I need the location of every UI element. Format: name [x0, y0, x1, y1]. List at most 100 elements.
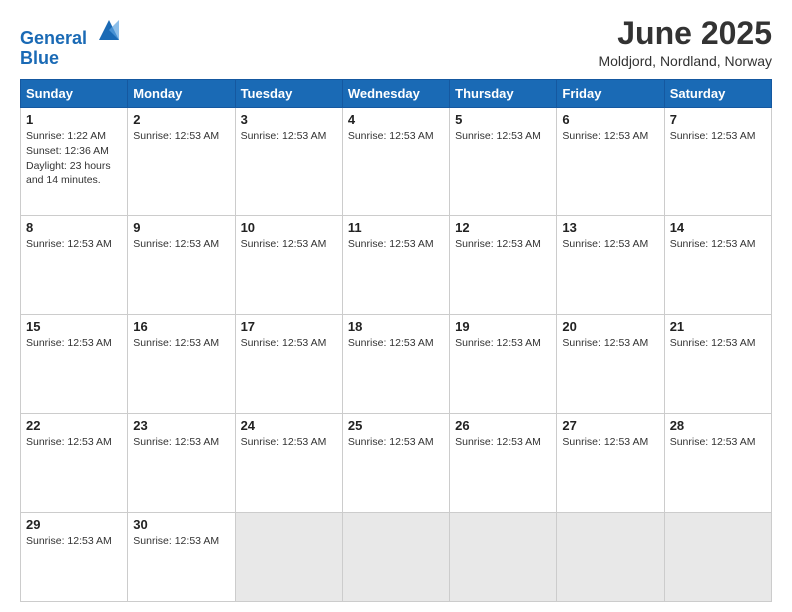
table-row: 21 Sunrise: 12:53 AM: [664, 314, 771, 413]
day-number: 1: [26, 112, 122, 127]
day-number: 13: [562, 220, 658, 235]
logo-general: General: [20, 28, 87, 48]
table-row: 20 Sunrise: 12:53 AM: [557, 314, 664, 413]
col-monday: Monday: [128, 80, 235, 108]
calendar-week-row: 8Sunrise: 12:53 AM9Sunrise: 12:53 AM10Su…: [21, 215, 772, 314]
day-number: 20: [562, 319, 658, 334]
table-row: 19 Sunrise: 12:53 AM: [450, 314, 557, 413]
day-number: 11: [348, 220, 444, 235]
table-row: 12Sunrise: 12:53 AM: [450, 215, 557, 314]
day-number: 6: [562, 112, 658, 127]
table-row: 16 Sunrise: 12:53 AM: [128, 314, 235, 413]
day-number: 3: [241, 112, 337, 127]
day-info: Sunrise: 12:53 AM: [26, 336, 122, 351]
day-number: 23: [133, 418, 229, 433]
day-info: Sunrise: 12:53 AM: [241, 237, 337, 252]
day-info: Sunrise: 12:53 AM: [562, 129, 658, 144]
day-info: Sunrise: 12:53 AM: [670, 336, 766, 351]
day-info: Sunrise: 12:53 AM: [26, 534, 122, 549]
day-info: Sunrise: 12:53 AM: [26, 435, 122, 450]
table-row: [664, 513, 771, 602]
calendar-table: Sunday Monday Tuesday Wednesday Thursday…: [20, 79, 772, 602]
day-info: Sunrise: 12:53 AM: [562, 336, 658, 351]
table-row: 2Sunrise: 12:53 AM: [128, 108, 235, 216]
table-row: 15 Sunrise: 12:53 AM: [21, 314, 128, 413]
calendar-week-row: 15Sunrise: 12:53 AM16Sunrise: 12:53 AM17…: [21, 314, 772, 413]
table-row: 7Sunrise: 12:53 AM: [664, 108, 771, 216]
day-number: 8: [26, 220, 122, 235]
day-number: 18: [348, 319, 444, 334]
month-title: June 2025: [598, 16, 772, 51]
day-number: 2: [133, 112, 229, 127]
table-row: 23 Sunrise: 12:53 AM: [128, 413, 235, 512]
calendar-week-row: 22Sunrise: 12:53 AM 23 Sunrise: 12:53 AM 24…: [21, 413, 772, 512]
page: General Blue June 2025 Moldjord, Nordlan…: [0, 0, 792, 612]
day-number: 30: [133, 517, 229, 532]
day-number: 4: [348, 112, 444, 127]
col-tuesday: Tuesday: [235, 80, 342, 108]
table-row: 5Sunrise: 12:53 AM: [450, 108, 557, 216]
title-block: June 2025 Moldjord, Nordland, Norway: [598, 16, 772, 69]
table-row: 14 Sunrise: 12:53 AM: [664, 215, 771, 314]
day-info: Sunrise: 12:53 AM: [348, 237, 444, 252]
day-number: 5: [455, 112, 551, 127]
table-row: 8 Sunrise: 12:53 AM: [21, 215, 128, 314]
calendar-header-row: Sunday Monday Tuesday Wednesday Thursday…: [21, 80, 772, 108]
table-row: 22Sunrise: 12:53 AM: [21, 413, 128, 512]
logo-text: General: [20, 16, 123, 49]
table-row: [557, 513, 664, 602]
calendar-week-row: 1Sunrise: 1:22 AM Sunset: 12:36 AM Dayli…: [21, 108, 772, 216]
table-row: 17 Sunrise: 12:53 AM: [235, 314, 342, 413]
col-friday: Friday: [557, 80, 664, 108]
day-number: 15: [26, 319, 122, 334]
day-info: Sunrise: 12:53 AM: [562, 237, 658, 252]
col-sunday: Sunday: [21, 80, 128, 108]
day-info: Sunrise: 12:53 AM: [133, 534, 229, 549]
table-row: 10Sunrise: 12:53 AM: [235, 215, 342, 314]
table-row: 28Sunrise: 12:53 AM: [664, 413, 771, 512]
table-row: 26Sunrise: 12:53 AM: [450, 413, 557, 512]
day-number: 27: [562, 418, 658, 433]
table-row: 11 Sunrise: 12:53 AM: [342, 215, 449, 314]
table-row: 30 Sunrise: 12:53 AM: [128, 513, 235, 602]
col-thursday: Thursday: [450, 80, 557, 108]
day-info: Sunrise: 12:53 AM: [455, 336, 551, 351]
day-info: Sunrise: 12:53 AM: [348, 336, 444, 351]
day-info: Sunrise: 12:53 AM: [133, 237, 229, 252]
day-info: Sunrise: 12:53 AM: [241, 129, 337, 144]
day-number: 29: [26, 517, 122, 532]
day-info: Sunrise: 12:53 AM: [670, 237, 766, 252]
day-info: Sunrise: 12:53 AM: [241, 435, 337, 450]
day-number: 19: [455, 319, 551, 334]
table-row: 25Sunrise: 12:53 AM: [342, 413, 449, 512]
table-row: [450, 513, 557, 602]
day-number: 14: [670, 220, 766, 235]
logo-icon: [95, 16, 123, 44]
day-number: 16: [133, 319, 229, 334]
table-row: 18 Sunrise: 12:53 AM: [342, 314, 449, 413]
day-info: Sunrise: 12:53 AM: [455, 237, 551, 252]
header: General Blue June 2025 Moldjord, Nordlan…: [20, 16, 772, 69]
day-info: Sunrise: 12:53 AM: [348, 129, 444, 144]
col-saturday: Saturday: [664, 80, 771, 108]
table-row: 29 Sunrise: 12:53 AM: [21, 513, 128, 602]
location: Moldjord, Nordland, Norway: [598, 53, 772, 69]
table-row: [235, 513, 342, 602]
table-row: 27Sunrise: 12:53 AM: [557, 413, 664, 512]
day-info: Sunrise: 12:53 AM: [26, 237, 122, 252]
logo-blue: Blue: [20, 49, 123, 69]
table-row: 6 Sunrise: 12:53 AM: [557, 108, 664, 216]
day-info: Sunrise: 12:53 AM: [133, 336, 229, 351]
day-info: Sunrise: 12:53 AM: [133, 435, 229, 450]
table-row: 3 Sunrise: 12:53 AM: [235, 108, 342, 216]
day-number: 17: [241, 319, 337, 334]
day-number: 21: [670, 319, 766, 334]
calendar-week-row: 29 Sunrise: 12:53 AM 30 Sunrise: 12:53 AM: [21, 513, 772, 602]
day-info: Sunrise: 12:53 AM: [670, 129, 766, 144]
table-row: 13 Sunrise: 12:53 AM: [557, 215, 664, 314]
day-number: 24: [241, 418, 337, 433]
logo: General Blue: [20, 16, 123, 69]
day-info: Sunrise: 12:53 AM: [241, 336, 337, 351]
table-row: 1Sunrise: 1:22 AM Sunset: 12:36 AM Dayli…: [21, 108, 128, 216]
col-wednesday: Wednesday: [342, 80, 449, 108]
